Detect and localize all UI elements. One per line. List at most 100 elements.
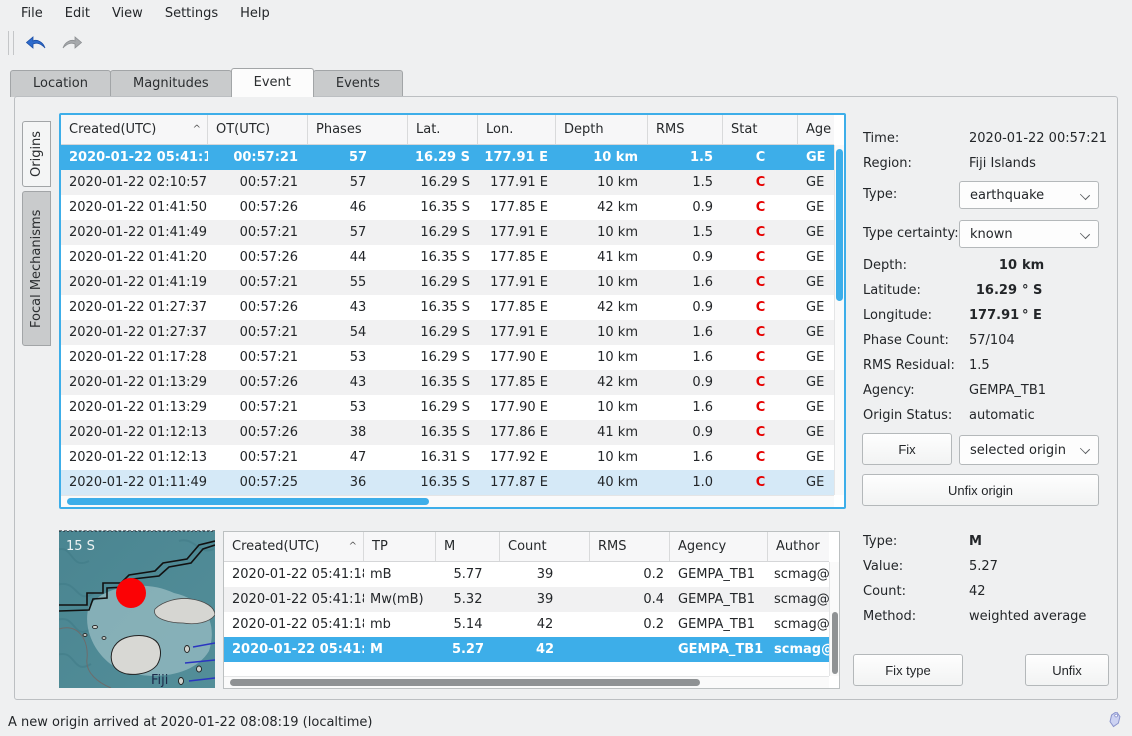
table-cell: 1.6 [648, 270, 723, 295]
table-row[interactable]: 2020-01-22 01:17:2800:57:215316.29 S177.… [61, 345, 834, 370]
redo-button[interactable] [58, 30, 86, 56]
menu-settings[interactable]: Settings [154, 2, 229, 25]
tab-magnitudes[interactable]: Magnitudes [110, 70, 232, 97]
unfix-origin-button[interactable]: Unfix origin [862, 474, 1099, 506]
column-header[interactable]: Stat [723, 115, 798, 144]
tab-location[interactable]: Location [10, 70, 111, 97]
column-header[interactable]: Phases [308, 115, 408, 144]
table-row[interactable]: 2020-01-22 01:41:5000:57:264616.35 S177.… [61, 195, 834, 220]
toolbar [0, 26, 1132, 60]
side-tab-origins[interactable]: Origins [22, 121, 51, 187]
event-type-value: earthquake [970, 188, 1044, 203]
column-header[interactable]: Lon. [478, 115, 556, 144]
column-header[interactable]: RMS [648, 115, 723, 144]
column-header[interactable]: Author [768, 532, 829, 561]
origin-status-value: automatic [969, 408, 1035, 424]
region-value: Fiji Islands [969, 156, 1036, 172]
toolbar-drag-handle[interactable] [8, 31, 14, 55]
menu-file[interactable]: File [10, 2, 54, 25]
table-cell: Mw(mB) [364, 587, 436, 612]
table-cell: 177.85 E [478, 370, 556, 395]
connection-status-icon[interactable] [1107, 712, 1124, 732]
table-cell: 16.29 S [408, 395, 478, 420]
magnitudes-horizontal-scrollbar[interactable] [224, 676, 829, 688]
table-cell: 1.5 [648, 145, 723, 170]
table-cell: 1.6 [648, 395, 723, 420]
table-cell: 2020-01-22 01:13:29 [61, 370, 208, 395]
undo-button[interactable] [22, 30, 50, 56]
side-tab-focal-mechanisms[interactable]: Focal Mechanisms [22, 191, 51, 346]
column-header[interactable]: Created(UTC)^ [61, 115, 208, 144]
table-row[interactable]: 2020-01-22 01:13:2900:57:215316.29 S177.… [61, 395, 834, 420]
magnitude-method-label: Method: [863, 609, 969, 625]
column-header[interactable]: Lat. [408, 115, 478, 144]
table-row[interactable]: 2020-01-22 05:41:18M5.2742GEMPA_TB1scmag… [224, 637, 829, 662]
origins-horizontal-scrollbar[interactable] [61, 495, 834, 507]
table-cell: GE [798, 420, 834, 445]
column-header[interactable]: M [436, 532, 500, 561]
table-row[interactable]: 2020-01-22 01:41:2000:57:264416.35 S177.… [61, 245, 834, 270]
table-cell: 16.35 S [408, 370, 478, 395]
table-header-row: Created(UTC)^OT(UTC)PhasesLat.Lon.DepthR… [61, 115, 834, 145]
table-cell: C [723, 370, 798, 395]
table-row[interactable]: 2020-01-22 05:41:18mB5.77390.2GEMPA_TB1s… [224, 562, 829, 587]
event-tab-panel: Origins Focal Mechanisms Created(UTC)^OT… [14, 96, 1118, 700]
table-row[interactable]: 2020-01-22 01:41:1900:57:215516.29 S177.… [61, 270, 834, 295]
menu-view[interactable]: View [101, 2, 154, 25]
column-header[interactable]: Created(UTC)^ [224, 532, 364, 561]
table-cell: 0.9 [648, 420, 723, 445]
tab-events[interactable]: Events [313, 70, 403, 97]
table-cell: 16.35 S [408, 420, 478, 445]
table-cell: 2020-01-22 01:12:13 [61, 420, 208, 445]
main-tabbar: Location Magnitudes Event Events [10, 70, 402, 97]
table-row[interactable]: 2020-01-22 01:13:2900:57:264316.35 S177.… [61, 370, 834, 395]
table-cell: 2020-01-22 01:27:37 [61, 320, 208, 345]
table-cell: 0.9 [648, 195, 723, 220]
unfix-button[interactable]: Unfix [1025, 654, 1109, 686]
table-cell: 42 km [556, 295, 648, 320]
fix-button[interactable]: Fix [862, 433, 952, 465]
table-row[interactable]: 2020-01-22 05:41:1700:57:215716.29 S177.… [61, 145, 834, 170]
table-cell: C [723, 420, 798, 445]
table-row[interactable]: 2020-01-22 05:41:18mb5.14420.2GEMPA_TB1s… [224, 612, 829, 637]
tab-event[interactable]: Event [231, 68, 314, 97]
table-cell: 2020-01-22 01:41:50 [61, 195, 208, 220]
table-cell: 40 km [556, 470, 648, 495]
magnitudes-vertical-scrollbar[interactable] [829, 562, 839, 676]
column-header[interactable]: Depth [556, 115, 648, 144]
table-row[interactable]: 2020-01-22 01:27:3700:57:215416.29 S177.… [61, 320, 834, 345]
event-type-combobox[interactable]: earthquake [959, 181, 1099, 209]
table-cell: 00:57:26 [208, 295, 308, 320]
menu-edit[interactable]: Edit [54, 2, 101, 25]
rms-residual-label: RMS Residual: [863, 358, 969, 374]
column-header[interactable]: TP [364, 532, 436, 561]
menubar: File Edit View Settings Help [0, 0, 1132, 26]
map-thumbnail[interactable]: 15 S Fiji [59, 530, 215, 688]
table-cell: 2020-01-22 01:13:29 [61, 395, 208, 420]
type-certainty-combobox[interactable]: known [959, 220, 1099, 248]
table-cell: 10 km [556, 445, 648, 470]
table-row[interactable]: 2020-01-22 05:41:18Mw(mB)5.32390.4GEMPA_… [224, 587, 829, 612]
table-cell: 0.9 [648, 370, 723, 395]
table-row[interactable]: 2020-01-22 01:27:3700:57:264316.35 S177.… [61, 295, 834, 320]
phase-count-label: Phase Count: [863, 333, 969, 349]
menu-help[interactable]: Help [229, 2, 281, 25]
table-row[interactable]: 2020-01-22 01:41:4900:57:215716.29 S177.… [61, 220, 834, 245]
table-row[interactable]: 2020-01-22 01:11:4900:57:253616.35 S177.… [61, 470, 834, 495]
fix-type-button[interactable]: Fix type [853, 654, 963, 686]
fix-target-combobox[interactable]: selected origin [959, 435, 1099, 465]
column-header[interactable]: OT(UTC) [208, 115, 308, 144]
table-cell: 177.90 E [478, 395, 556, 420]
column-header[interactable]: Agency [670, 532, 768, 561]
column-header[interactable]: Age [798, 115, 834, 144]
table-cell: 5.27 [436, 637, 500, 662]
table-cell: 00:57:21 [208, 345, 308, 370]
origins-vertical-scrollbar[interactable] [834, 145, 844, 495]
table-cell [590, 637, 670, 662]
table-row[interactable]: 2020-01-22 01:12:1300:57:214716.31 S177.… [61, 445, 834, 470]
column-header[interactable]: RMS [590, 532, 670, 561]
table-cell: 1.6 [648, 445, 723, 470]
table-row[interactable]: 2020-01-22 01:12:1300:57:263816.35 S177.… [61, 420, 834, 445]
table-row[interactable]: 2020-01-22 02:10:5700:57:215716.29 S177.… [61, 170, 834, 195]
column-header[interactable]: Count [500, 532, 590, 561]
